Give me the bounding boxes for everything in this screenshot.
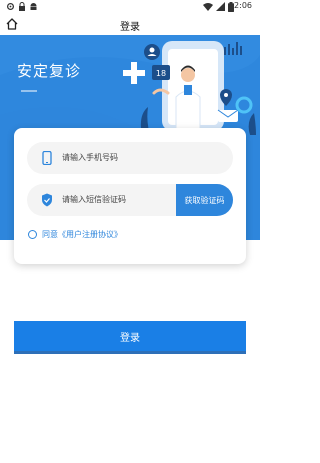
doctor-illustration: 18: [123, 41, 256, 135]
svg-text:18: 18: [156, 69, 166, 78]
phone-input[interactable]: 请输入手机号码: [27, 142, 233, 174]
status-bar: 2:06: [0, 0, 260, 13]
wifi-icon: [203, 3, 213, 11]
brand-title: 安定复诊: [17, 62, 82, 80]
app-header: 登录: [0, 13, 260, 35]
agreement-checkbox[interactable]: 同意《用户注册协议》: [28, 229, 122, 240]
page-title: 登录: [120, 22, 140, 33]
status-time: 2:06: [234, 1, 252, 10]
mobile-phone-icon: [42, 151, 52, 165]
code-placeholder: 请输入短信验证码: [62, 195, 126, 204]
signal-icon: [216, 2, 225, 11]
settings-icon: [6, 2, 15, 11]
agreement-radio[interactable]: [28, 230, 37, 239]
lock-icon: [19, 2, 25, 11]
login-button[interactable]: 登录: [14, 321, 246, 354]
sms-code-input[interactable]: 请输入短信验证码 获取验证码: [27, 184, 233, 216]
brand-underline: [21, 90, 37, 92]
agreement-label[interactable]: 同意《用户注册协议》: [42, 229, 122, 240]
phone-placeholder: 请输入手机号码: [62, 153, 118, 162]
shield-check-icon: [42, 193, 52, 207]
android-icon: [30, 3, 37, 10]
login-form-card: 请输入手机号码 请输入短信验证码 获取验证码 同意《用户注册协议》: [14, 128, 246, 264]
get-code-button[interactable]: 获取验证码: [176, 184, 233, 216]
